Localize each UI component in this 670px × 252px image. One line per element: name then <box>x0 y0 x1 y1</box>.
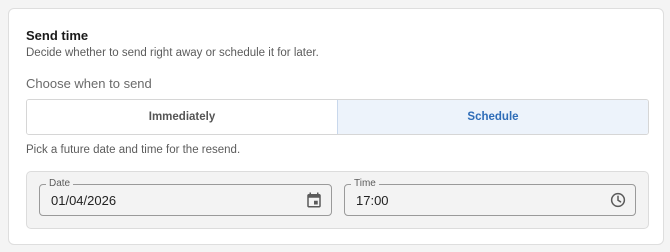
time-field[interactable]: Time 17:00 <box>344 178 636 216</box>
section-title: Send time <box>26 28 89 43</box>
date-field-label: Date <box>46 178 74 190</box>
date-field[interactable]: Date 01/04/2026 <box>39 178 332 216</box>
send-mode-toggle: Immediately Schedule <box>26 99 649 135</box>
clock-icon[interactable] <box>609 191 627 209</box>
choose-label: Choose when to send <box>26 76 152 91</box>
send-time-card: Send time Decide whether to send right a… <box>8 8 664 245</box>
time-field-value: 17:00 <box>356 193 389 208</box>
section-subtitle: Decide whether to send right away or sch… <box>26 47 319 59</box>
immediately-button[interactable]: Immediately <box>27 100 337 134</box>
calendar-icon[interactable] <box>305 191 323 209</box>
schedule-button[interactable]: Schedule <box>337 100 648 134</box>
time-field-label: Time <box>351 178 379 190</box>
schedule-panel: Date 01/04/2026 Time 17:00 <box>26 171 649 229</box>
date-field-value: 01/04/2026 <box>51 193 117 208</box>
schedule-hint: Pick a future date and time for the rese… <box>26 144 241 156</box>
